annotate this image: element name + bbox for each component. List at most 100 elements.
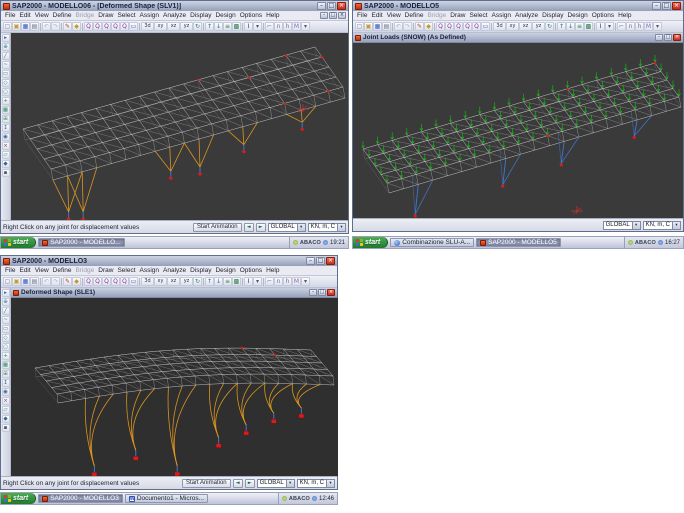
frame-section-icon[interactable]: I (244, 277, 253, 286)
rubber-band-zoom-icon[interactable]: Q (84, 277, 93, 286)
snap-edges-icon[interactable]: ◆ (2, 415, 10, 423)
zoom-out-icon[interactable]: Q (472, 22, 481, 31)
menu-select[interactable]: Select (115, 12, 137, 19)
child-maximize-button[interactable]: □ (318, 289, 326, 296)
menu-help[interactable]: Help (264, 12, 281, 19)
view-xy-icon[interactable]: xy (506, 22, 519, 31)
task-button[interactable]: Documento1 - Micros... (125, 494, 208, 503)
frame-section-icon[interactable]: I (244, 22, 253, 31)
child-close-button[interactable]: × (673, 34, 681, 41)
save-model-icon[interactable]: ▦ (21, 277, 30, 286)
menu-design[interactable]: Design (213, 267, 237, 274)
draw-curve-icon[interactable]: ~ (2, 316, 10, 324)
draw-dropdown-icon[interactable]: ▾ (653, 22, 662, 31)
draw-poly-area-icon[interactable]: ◇ (2, 79, 10, 87)
quick-draw-brace-icon[interactable]: h (283, 277, 292, 286)
child-minimize-button[interactable]: – (309, 289, 317, 296)
move-down-in-list-icon[interactable]: ↓ (566, 22, 575, 31)
object-shrink-icon[interactable]: ▩ (232, 22, 241, 31)
volume-icon[interactable] (323, 240, 328, 245)
menu-help[interactable]: Help (264, 267, 281, 274)
snap-edges-icon[interactable]: ◆ (2, 160, 10, 168)
draw-frame-tool-icon[interactable]: ╱ (2, 52, 10, 60)
misc-tool-icon[interactable]: ▪ (2, 424, 10, 432)
maximize-button[interactable]: □ (316, 257, 325, 265)
units-select[interactable]: KN, m, C ▾ (643, 221, 681, 230)
child-close-button[interactable]: × (327, 289, 335, 296)
view-3d-icon[interactable]: 3d (493, 22, 506, 31)
menu-options[interactable]: Options (238, 267, 264, 274)
previous-zoom-icon[interactable]: Q (454, 22, 463, 31)
display-options-icon[interactable]: ≡ (223, 277, 232, 286)
task-button[interactable]: SAP2000 - MODELLO3 (38, 494, 123, 503)
restore-full-view-icon[interactable]: Q (93, 22, 102, 31)
volume-icon[interactable] (312, 496, 317, 501)
snap-intersections-icon[interactable]: ⊞ (2, 370, 10, 378)
tray-app-icon[interactable] (628, 240, 633, 245)
rubber-band-zoom-icon[interactable]: Q (436, 22, 445, 31)
move-tool-icon[interactable]: ↕ (2, 379, 10, 387)
view-xz-icon[interactable]: xz (519, 22, 532, 31)
display-options-icon[interactable]: ≡ (223, 22, 232, 31)
select-pointer-icon[interactable]: ▸ (2, 34, 10, 42)
titlebar[interactable]: SAP2000 - MODELLO3 – □ × (1, 256, 337, 266)
previous-frame-button[interactable]: ◄ (233, 479, 243, 488)
print-icon[interactable]: ▤ (30, 22, 39, 31)
object-shrink-icon[interactable]: ▩ (232, 277, 241, 286)
view-yz-icon[interactable]: yz (532, 22, 545, 31)
draw-joint-icon[interactable]: ○ (2, 343, 10, 351)
misc-tool-icon[interactable]: ▪ (2, 169, 10, 177)
draw-frame-tool-icon[interactable]: ╱ (2, 307, 10, 315)
menu-edit[interactable]: Edit (369, 12, 384, 19)
start-button[interactable]: start (1, 493, 36, 504)
quick-draw-frame-icon[interactable]: n (626, 22, 635, 31)
section-dropdown-icon[interactable]: ▾ (253, 277, 262, 286)
view-xy-icon[interactable]: xy (154, 277, 167, 286)
quick-draw-brace-icon[interactable]: h (283, 22, 292, 31)
save-model-icon[interactable]: ▦ (373, 22, 382, 31)
draw-dropdown-icon[interactable]: ▾ (301, 277, 310, 286)
draw-quad-icon[interactable]: ▱ (2, 151, 10, 159)
new-model-icon[interactable]: ▢ (3, 277, 12, 286)
minimize-button[interactable]: – (652, 2, 661, 10)
model-canvas-joint-loads[interactable] (353, 43, 683, 218)
frame-section-icon[interactable]: I (596, 22, 605, 31)
coordinate-system-select[interactable]: GLOBAL ▾ (603, 221, 641, 230)
menu-view[interactable]: View (33, 267, 51, 274)
minimize-button[interactable]: – (317, 2, 326, 10)
redo-icon[interactable]: ↷ (51, 277, 60, 286)
draw-poly-area-icon[interactable]: ◇ (2, 334, 10, 342)
open-model-icon[interactable]: ▣ (12, 22, 21, 31)
draw-dropdown-icon[interactable]: ▾ (301, 22, 310, 31)
next-frame-button[interactable]: ► (245, 479, 255, 488)
child-titlebar[interactable]: Joint Loads (SNOW) (As Defined) – □ × (353, 33, 683, 43)
mdi-minimize-button[interactable]: – (320, 12, 328, 19)
snap-perpendicular-icon[interactable]: × (2, 397, 10, 405)
draw-quad-icon[interactable]: ▱ (2, 406, 10, 414)
undo-icon[interactable]: ↶ (394, 22, 403, 31)
menu-analyze[interactable]: Analyze (513, 12, 540, 19)
move-up-in-list-icon[interactable]: ↑ (557, 22, 566, 31)
menu-display[interactable]: Display (540, 12, 565, 19)
draw-frame-icon[interactable]: ⌐ (265, 22, 274, 31)
snap-perpendicular-icon[interactable]: × (2, 142, 10, 150)
units-select[interactable]: KN, m, C ▾ (297, 479, 335, 488)
next-frame-button[interactable]: ► (256, 223, 266, 232)
snap-points-icon[interactable]: + (2, 352, 10, 360)
snap-midpoints-icon[interactable]: ◉ (2, 133, 10, 141)
rotate-3d-view-icon[interactable]: ↻ (545, 22, 554, 31)
lock-model-icon[interactable]: ◆ (72, 22, 81, 31)
menu-select[interactable]: Select (115, 267, 137, 274)
draw-curve-icon[interactable]: ~ (2, 61, 10, 69)
reshape-object-icon[interactable]: ⊕ (2, 298, 10, 306)
mdi-close-button[interactable]: × (338, 12, 346, 19)
undo-icon[interactable]: ↶ (42, 22, 51, 31)
menu-view[interactable]: View (385, 12, 403, 19)
menu-draw[interactable]: Draw (448, 12, 467, 19)
menu-design[interactable]: Design (213, 12, 237, 19)
close-button[interactable]: × (326, 257, 335, 265)
print-icon[interactable]: ▤ (30, 277, 39, 286)
mdi-restore-button[interactable]: □ (329, 12, 337, 19)
start-button[interactable]: start (1, 237, 36, 248)
quick-draw-frame-icon[interactable]: n (274, 277, 283, 286)
